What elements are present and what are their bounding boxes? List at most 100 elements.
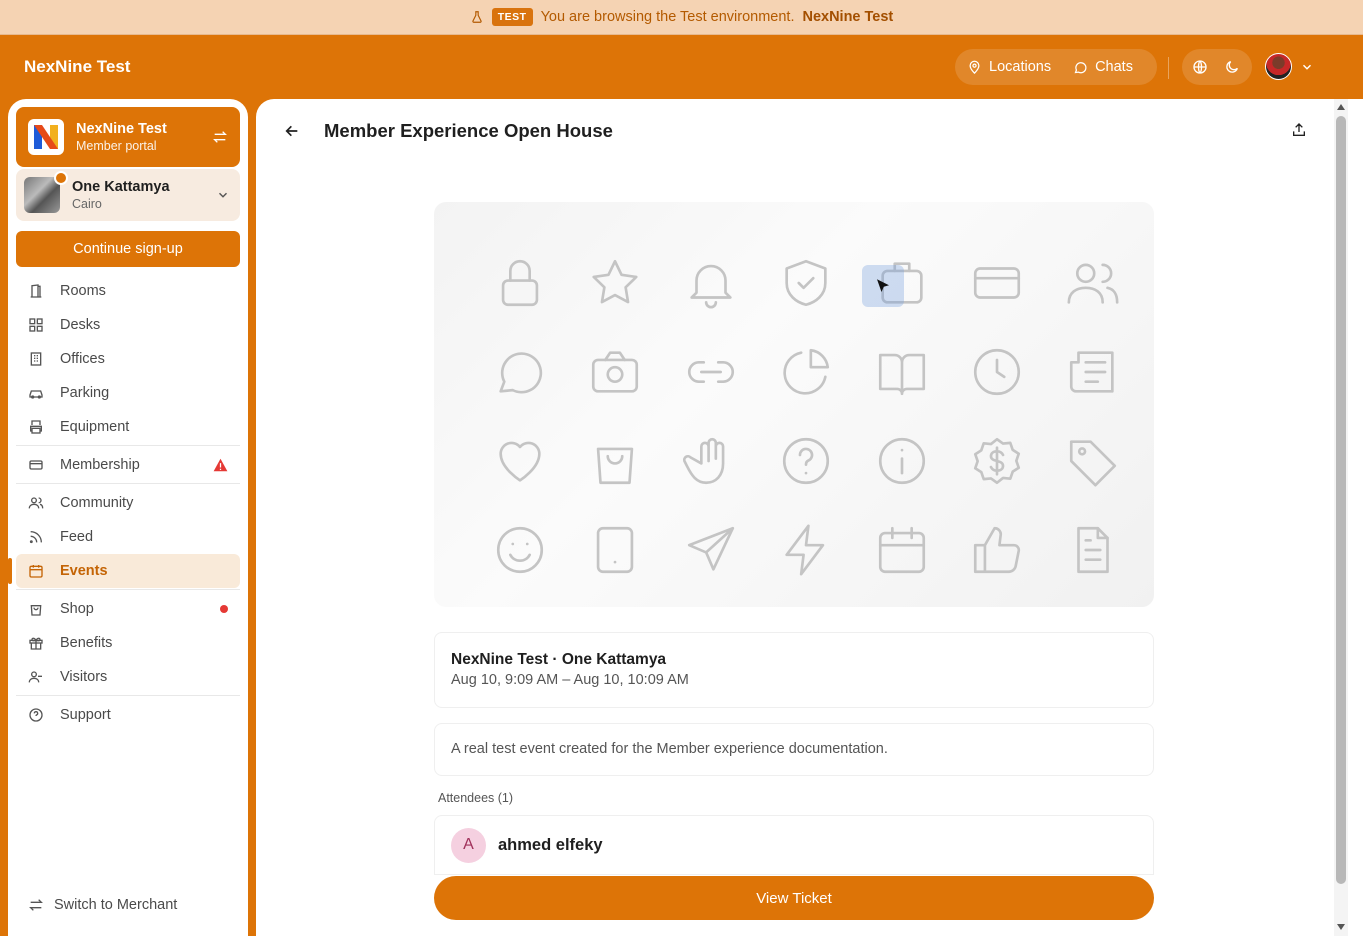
calendar-icon <box>29 565 43 578</box>
cover-icon-cell <box>663 327 759 416</box>
file-text-icon <box>1076 526 1109 573</box>
users-icon <box>28 497 44 509</box>
printer-icon <box>30 420 42 434</box>
view-ticket-button[interactable]: View Ticket <box>434 876 1154 920</box>
sidebar-item-shop[interactable]: Shop <box>16 592 240 626</box>
nav-divider <box>16 483 240 484</box>
scroll-up-arrow[interactable] <box>1337 104 1345 110</box>
sidebar-item-equipment[interactable]: Equipment <box>16 410 240 444</box>
sidebar-item-label: Support <box>60 707 111 723</box>
location-selector[interactable]: One Kattamya Cairo <box>16 169 240 221</box>
chat-icon <box>1074 61 1087 73</box>
cover-icon-cell <box>472 416 568 505</box>
cover-icon-cell <box>950 505 1046 594</box>
cover-icon-cell <box>568 416 664 505</box>
cover-icon-cell <box>472 238 568 327</box>
sidebar-item-rooms[interactable]: Rooms <box>16 274 240 308</box>
sidebar-nav-primary: Rooms Desks Offices Parking Equipment Me… <box>8 274 240 732</box>
grid-icon <box>29 318 43 332</box>
cover-icon-cell <box>759 416 855 505</box>
sidebar-item-label: Rooms <box>60 283 106 299</box>
cover-icon-cell <box>854 505 950 594</box>
switch-to-merchant-label: Switch to Merchant <box>54 897 178 913</box>
banner-env-name: NexNine Test <box>802 9 894 25</box>
share-icon[interactable] <box>1291 122 1307 138</box>
org-switcher[interactable]: NexNine Test Member portal <box>16 107 240 167</box>
sidebar-item-label: Feed <box>60 529 94 545</box>
cover-icon-cell <box>950 327 1046 416</box>
attendees-heading: Attendees (1) <box>438 791 514 805</box>
door-icon <box>30 284 42 298</box>
moon-icon[interactable] <box>1224 59 1240 75</box>
back-arrow-icon[interactable] <box>284 123 300 139</box>
sidebar-item-label: Benefits <box>60 635 113 651</box>
sidebar-item-membership[interactable]: Membership <box>16 448 240 482</box>
sidebar-item-label: Events <box>60 563 108 579</box>
banner-message: You are browsing the Test environment. <box>540 9 795 25</box>
badge-dollar-icon <box>974 437 1021 484</box>
sidebar-item-offices[interactable]: Offices <box>16 342 240 376</box>
bag-icon <box>30 605 42 616</box>
cover-icon-cell <box>854 416 950 505</box>
switch-to-merchant-link[interactable]: Switch to Merchant <box>28 897 177 913</box>
message-icon <box>499 351 542 393</box>
credit-card-icon <box>974 266 1021 299</box>
scroll-down-arrow[interactable] <box>1337 924 1345 930</box>
sidebar-item-events[interactable]: Events <box>8 554 240 588</box>
continue-signup-button[interactable]: Continue sign-up <box>16 231 240 267</box>
sidebar-item-label: Equipment <box>60 419 130 435</box>
shopping-bag-icon <box>597 447 634 484</box>
cover-icon-grid <box>472 238 1141 594</box>
shield-check-icon <box>785 259 827 306</box>
star-icon <box>592 259 638 303</box>
shop-notification-dot <box>220 605 228 613</box>
sidebar-item-community[interactable]: Community <box>16 486 240 520</box>
pie-chart-icon <box>783 348 830 395</box>
user-avatar[interactable] <box>1265 53 1292 80</box>
sidebar-item-support[interactable]: Support <box>16 698 240 732</box>
sidebar-item-feed[interactable]: Feed <box>16 520 240 554</box>
chats-button[interactable]: Chats <box>1073 59 1133 75</box>
cover-icon-cell <box>568 238 664 327</box>
cover-icon-cell <box>759 505 855 594</box>
rss-icon <box>29 531 42 544</box>
sidebar-item-label: Community <box>60 495 134 511</box>
sidebar-item-desks[interactable]: Desks <box>16 308 240 342</box>
cover-icon-cell <box>1045 416 1141 505</box>
scrollbar-thumb[interactable] <box>1336 116 1346 884</box>
cover-icon-cell <box>1045 327 1141 416</box>
sidebar-item-label: Shop <box>60 601 94 617</box>
tag-icon <box>1069 439 1116 486</box>
gift-icon <box>29 637 43 650</box>
clock-icon <box>974 348 1021 395</box>
attendee-row[interactable]: A ahmed elfeky <box>434 815 1154 875</box>
link-icon <box>687 360 734 383</box>
event-description: A real test event created for the Member… <box>434 723 1154 776</box>
globe-icon[interactable] <box>1192 59 1208 75</box>
hand-icon <box>682 437 725 484</box>
cover-icon-cell <box>663 416 759 505</box>
test-badge: TEST <box>491 8 533 26</box>
attendee-avatar: A <box>451 827 486 863</box>
cover-icon-cell <box>1045 505 1141 594</box>
cover-icon-cell <box>472 327 568 416</box>
help-icon <box>29 708 43 722</box>
switch-arrows-icon[interactable] <box>212 129 228 145</box>
cover-icon-cell <box>950 238 1046 327</box>
warning-icon <box>213 458 228 472</box>
cover-icon-cell <box>950 416 1046 505</box>
locations-button[interactable]: Locations <box>967 59 1051 75</box>
sidebar-item-benefits[interactable]: Benefits <box>16 626 240 660</box>
sidebar-item-parking[interactable]: Parking <box>16 376 240 410</box>
sidebar-item-label: Desks <box>60 317 101 333</box>
main-content: Member Experience Open House NexNine Tes… <box>256 99 1363 936</box>
thumbs-up-icon <box>974 526 1021 573</box>
event-info-card: NexNine Test · One Kattamya Aug 10, 9:09… <box>434 632 1154 708</box>
location-city: Cairo <box>72 197 102 211</box>
sidebar-item-label: Visitors <box>60 669 108 685</box>
cover-icon-cell <box>854 327 950 416</box>
sidebar-item-visitors[interactable]: Visitors <box>16 660 240 694</box>
building-icon <box>30 352 42 366</box>
cover-icon-cell <box>568 505 664 594</box>
chevron-down-icon[interactable] <box>1300 60 1314 74</box>
